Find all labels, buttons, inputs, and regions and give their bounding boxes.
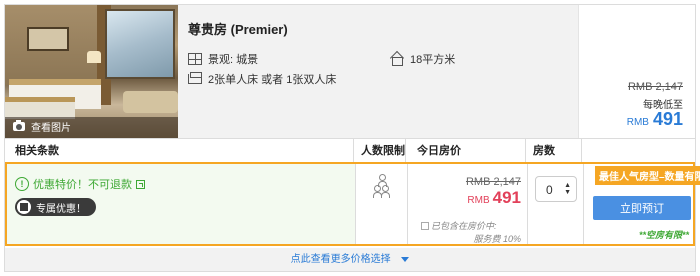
room-photo[interactable]: 查看图片 [5, 5, 178, 138]
offer-original-price: RMB 2,147 [465, 176, 521, 188]
header-divider [353, 139, 354, 163]
photo-window [105, 9, 175, 79]
exclusive-offer-badge: 专属优惠！ [15, 198, 96, 216]
rooms-cell: 0 ▲ ▼ [527, 164, 583, 244]
popular-room-tag: 最佳人气房型–数量有限！ [595, 166, 700, 185]
tax-included-note: 已包含在房价中: [421, 219, 497, 232]
limited-availability-note: **空房有限** [638, 230, 689, 240]
window-icon [188, 53, 202, 65]
warning-icon [15, 177, 29, 191]
tax-included-text: 已包含在房价中: [431, 221, 497, 231]
external-link-icon [136, 179, 145, 189]
header-people: 人数限制 [361, 145, 405, 157]
rate-row: 优惠特价！不可退款 专属优惠！ RMB 2,147 RMB [5, 162, 700, 246]
house-icon [390, 53, 404, 66]
room-view-label: 景观: 城景 [208, 54, 259, 66]
room-count-select[interactable]: 0 ▲ ▼ [535, 176, 577, 202]
offer-price: RMB 491 [467, 188, 521, 208]
room-count-value: 0 [546, 183, 553, 197]
header-price: 今日房价 [417, 145, 461, 157]
info-icon [421, 221, 429, 230]
room-info: 尊贵房 (Premier) 景观: 城景 18平方米 2张单人床 或者 1张双人… [178, 5, 578, 138]
person-head [382, 185, 389, 192]
header-rooms: 房数 [533, 145, 555, 157]
photo-bed-front [5, 97, 75, 119]
booking-cell: 最佳人气房型–数量有限！ 立即预订 **空房有限** [583, 164, 700, 244]
room-card: 查看图片 尊贵房 (Premier) 景观: 城景 18平方米 2张单人床 或者… [4, 4, 700, 272]
room-beds-label: 2张单人床 或者 1张双人床 [208, 74, 337, 86]
original-price: RMB 2,147 [627, 81, 683, 93]
person-body [381, 192, 390, 198]
person-head [379, 174, 386, 181]
rate-terms: 优惠特价！不可退款 专属优惠！ [7, 164, 355, 244]
camera-icon [13, 120, 25, 131]
view-photos-link[interactable]: 查看图片 [13, 119, 71, 134]
occupancy-cell [355, 164, 407, 244]
offer-currency: RMB [467, 195, 490, 206]
photo-sofa [123, 91, 178, 113]
room-name: 尊贵房 (Premier) [188, 22, 288, 37]
room-area: 18平方米 [390, 51, 455, 67]
photo-artwork [27, 27, 69, 51]
room-summary: 查看图片 尊贵房 (Premier) 景观: 城景 18平方米 2张单人床 或者… [5, 5, 695, 138]
price-amount: 491 [652, 109, 683, 129]
room-beds: 2张单人床 或者 1张双人床 [188, 71, 336, 87]
header-terms: 相关条款 [15, 145, 59, 157]
offer-amount: 491 [492, 188, 521, 207]
more-rates-label: 点此查看更多价格选择 [290, 254, 391, 265]
view-photos-label: 查看图片 [31, 123, 71, 134]
rate-table-header: 相关条款 人数限制 今日房价 房数 [5, 138, 695, 163]
person-head [374, 185, 381, 192]
today-price-cell: RMB 2,147 RMB 491 已包含在房价中: 服务费 10% [407, 164, 527, 244]
lowest-price: RMB 491 [627, 109, 683, 130]
people-icon [373, 174, 390, 198]
service-fee-note: 服务费 10% [473, 234, 521, 244]
lowest-price-panel: RMB 2,147 每晚低至 RMB 491 [578, 5, 695, 138]
more-rates-link[interactable]: 点此查看更多价格选择 [5, 248, 695, 271]
header-divider [405, 139, 406, 163]
photo-lamp [87, 51, 101, 63]
price-currency: RMB [626, 117, 649, 128]
room-view: 景观: 城景 [188, 51, 258, 67]
chevron-down-icon [401, 256, 410, 262]
promo-text: 优惠特价！不可退款 [33, 179, 132, 191]
room-area-label: 18平方米 [410, 54, 456, 66]
bed-icon [188, 72, 202, 84]
header-divider [525, 139, 526, 163]
stepper-arrows-icon: ▲ ▼ [564, 182, 571, 196]
book-now-button[interactable]: 立即预订 [593, 196, 691, 220]
promo-label[interactable]: 优惠特价！不可退款 [15, 176, 145, 192]
header-divider [581, 139, 582, 163]
gift-icon [17, 200, 31, 214]
exclusive-offer-text: 专属优惠！ [36, 203, 86, 215]
